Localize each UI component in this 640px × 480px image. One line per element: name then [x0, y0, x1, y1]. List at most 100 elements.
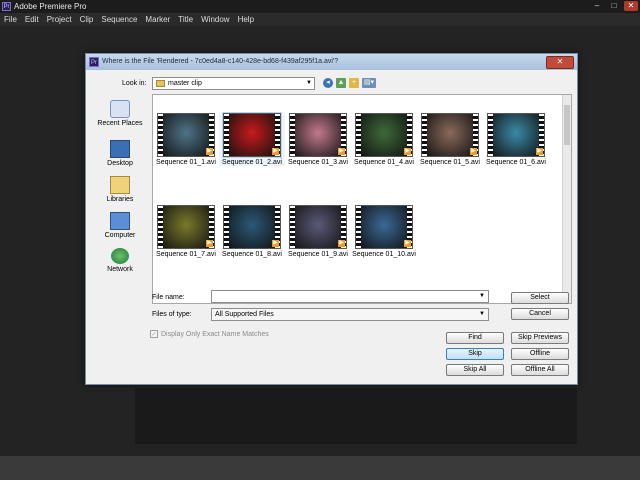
locate-file-dialog: Pr Where is the File 'Rendered - 7c0ed4a…: [85, 53, 578, 385]
file-name-label: Sequence 01_3.avi: [288, 159, 348, 166]
exact-name-matches-checkbox[interactable]: ✓ Display Only Exact Name Matches: [150, 330, 269, 338]
file-name-label: Sequence 01_2.avi: [222, 159, 282, 166]
menu-file[interactable]: File: [0, 13, 21, 26]
app-titlebar: Pr Adobe Premiere Pro – □ ✕: [0, 0, 640, 13]
up-folder-button[interactable]: ▲: [336, 78, 346, 88]
file-name-label: Sequence 01_6.avi: [486, 159, 546, 166]
video-thumbnail: ▶: [421, 113, 479, 157]
look-in-dropdown[interactable]: master clip ▼: [152, 77, 315, 90]
place-recent-places[interactable]: Recent Places: [92, 100, 148, 127]
chevron-down-icon[interactable]: ▼: [479, 291, 485, 302]
menu-marker[interactable]: Marker: [141, 13, 174, 26]
file-item[interactable]: ▶ Sequence 01_4.avi: [351, 113, 417, 166]
files-of-type-dropdown[interactable]: All Supported Files ▼: [211, 308, 489, 321]
video-thumbnail: ▶: [157, 205, 215, 249]
play-icon: ▶: [206, 148, 213, 155]
play-icon: ▶: [272, 148, 279, 155]
file-item[interactable]: ▶ Sequence 01_6.avi: [483, 113, 549, 166]
find-button[interactable]: Find: [446, 332, 504, 344]
file-item[interactable]: ▶ Sequence 01_8.avi: [219, 205, 285, 258]
computer-icon: [110, 212, 130, 230]
video-thumbnail: ▶: [289, 205, 347, 249]
files-of-type-label: Files of type:: [152, 311, 192, 318]
place-label: Network: [107, 266, 133, 273]
video-thumbnail: ▶: [222, 112, 282, 158]
video-thumbnail: ▶: [355, 205, 413, 249]
play-icon: ▶: [338, 148, 345, 155]
folder-icon: [156, 80, 165, 87]
video-thumbnail: ▶: [355, 113, 413, 157]
menu-title[interactable]: Title: [174, 13, 197, 26]
play-icon: ▶: [536, 148, 543, 155]
menu-edit[interactable]: Edit: [21, 13, 43, 26]
file-item[interactable]: ▶ Sequence 01_5.avi: [417, 113, 483, 166]
desktop-icon: [110, 140, 130, 158]
menu-clip[interactable]: Clip: [76, 13, 98, 26]
offline-button[interactable]: Offline: [511, 348, 569, 360]
look-in-label: Look in:: [122, 80, 147, 87]
libraries-icon: [110, 176, 130, 194]
skip-all-button[interactable]: Skip All: [446, 364, 504, 376]
play-icon: ▶: [404, 240, 411, 247]
recent-places-icon: [110, 100, 130, 118]
file-item[interactable]: ▶ Sequence 01_7.avi: [153, 205, 219, 258]
navigation-toolbar: ◂ ▲ + ▤▾: [323, 78, 376, 88]
file-name-label: Sequence 01_9.avi: [288, 251, 348, 258]
file-item[interactable]: ▶ Sequence 01_10.avi: [351, 205, 417, 258]
menu-help[interactable]: Help: [234, 13, 258, 26]
dialog-close-button[interactable]: ✕: [546, 56, 574, 69]
file-item[interactable]: ▶ Sequence 01_1.avi: [153, 113, 219, 166]
menu-window[interactable]: Window: [197, 13, 233, 26]
back-button[interactable]: ◂: [323, 78, 333, 88]
window-controls: – □ ✕: [590, 1, 638, 12]
new-folder-button[interactable]: +: [349, 78, 359, 88]
file-name-label: Sequence 01_1.avi: [156, 159, 216, 166]
file-list-scrollbar[interactable]: [562, 95, 571, 303]
minimize-button[interactable]: –: [590, 1, 604, 11]
look-in-value: master clip: [168, 80, 202, 87]
file-item[interactable]: ▶ Sequence 01_2.avi: [219, 112, 285, 166]
place-libraries[interactable]: Libraries: [92, 176, 148, 203]
video-thumbnail: ▶: [223, 205, 281, 249]
play-icon: ▶: [206, 240, 213, 247]
video-thumbnail: ▶: [289, 113, 347, 157]
network-icon: [111, 248, 129, 264]
background-panel: [135, 388, 577, 444]
view-menu-button[interactable]: ▤▾: [362, 78, 376, 88]
file-name-input[interactable]: ▼: [211, 290, 489, 303]
close-window-button[interactable]: ✕: [624, 1, 638, 11]
file-item[interactable]: ▶ Sequence 01_3.avi: [285, 113, 351, 166]
file-item[interactable]: ▶ Sequence 01_9.avi: [285, 205, 351, 258]
scrollbar-thumb[interactable]: [564, 105, 570, 145]
place-computer[interactable]: Computer: [92, 212, 148, 239]
cancel-button[interactable]: Cancel: [511, 308, 569, 320]
place-label: Recent Places: [97, 120, 143, 127]
file-name-label: Sequence 01_7.avi: [156, 251, 216, 258]
chevron-down-icon: ▼: [306, 80, 312, 86]
play-icon: ▶: [272, 240, 279, 247]
offline-all-button[interactable]: Offline All: [511, 364, 569, 376]
file-name-label: Sequence 01_4.avi: [354, 159, 414, 166]
chevron-down-icon: ▼: [479, 311, 485, 317]
menu-bar: File Edit Project Clip Sequence Marker T…: [0, 13, 640, 26]
file-list: ▶ Sequence 01_1.avi ▶ Sequence 01_2.avi …: [152, 94, 572, 304]
skip-button[interactable]: Skip: [446, 348, 504, 360]
place-network[interactable]: Network: [92, 248, 148, 273]
select-button[interactable]: Select: [511, 292, 569, 304]
maximize-button[interactable]: □: [607, 1, 621, 11]
place-label: Computer: [104, 232, 136, 239]
play-icon: ▶: [470, 148, 477, 155]
files-of-type-value: All Supported Files: [215, 311, 274, 318]
checkbox-box[interactable]: ✓: [150, 330, 158, 338]
dialog-titlebar: Pr Where is the File 'Rendered - 7c0ed4a…: [86, 54, 577, 70]
premiere-app-icon: Pr: [2, 2, 11, 11]
menu-sequence[interactable]: Sequence: [97, 13, 141, 26]
menu-project[interactable]: Project: [43, 13, 76, 26]
file-name-field-label: File name:: [152, 294, 185, 301]
place-label: Libraries: [106, 196, 134, 203]
file-name-label: Sequence 01_8.avi: [222, 251, 282, 258]
place-desktop[interactable]: Desktop: [92, 140, 148, 167]
skip-previews-button[interactable]: Skip Previews: [511, 332, 569, 344]
file-name-label: Sequence 01_5.avi: [420, 159, 480, 166]
app-title: Adobe Premiere Pro: [14, 2, 87, 11]
